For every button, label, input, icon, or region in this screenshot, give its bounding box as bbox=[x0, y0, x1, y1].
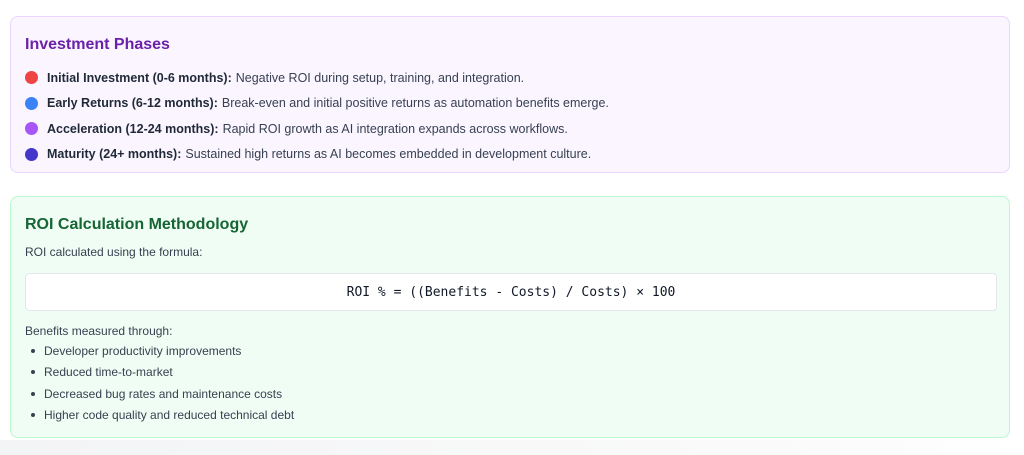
phase-name: Maturity (24+ months): bbox=[47, 147, 182, 162]
bullet-icon bbox=[31, 370, 35, 375]
list-item: Reduced time-to-market bbox=[25, 362, 294, 384]
phase-item-acceleration: Acceleration (12-24 months): Rapid ROI g… bbox=[25, 116, 609, 142]
phase-name: Initial Investment (0-6 months): bbox=[47, 70, 232, 85]
purple-dot-icon bbox=[25, 122, 38, 136]
phase-item-early-returns: Early Returns (6-12 months): Break-even … bbox=[25, 91, 609, 117]
benefit-text: Decreased bug rates and maintenance cost… bbox=[44, 386, 283, 401]
phase-item-maturity: Maturity (24+ months): Sustained high re… bbox=[25, 142, 609, 168]
bullet-icon bbox=[31, 413, 35, 418]
benefits-list: Developer productivity improvements Redu… bbox=[25, 340, 294, 426]
bullet-icon bbox=[31, 391, 35, 396]
roi-methodology-title: ROI Calculation Methodology bbox=[25, 216, 249, 233]
phase-name: Early Returns (6-12 months): bbox=[47, 96, 218, 111]
roi-formula: ROI % = ((Benefits - Costs) / Costs) × 1… bbox=[25, 273, 997, 311]
list-item: Decreased bug rates and maintenance cost… bbox=[25, 383, 294, 405]
benefit-text: Developer productivity improvements bbox=[44, 343, 242, 358]
investment-phases-title: Investment Phases bbox=[25, 36, 170, 53]
phase-item-initial-investment: Initial Investment (0-6 months): Negativ… bbox=[25, 65, 609, 91]
list-item: Higher code quality and reduced technica… bbox=[25, 405, 294, 427]
phase-description: Negative ROI during setup, training, and… bbox=[235, 70, 525, 85]
benefits-heading: Benefits measured through: bbox=[25, 324, 173, 338]
phase-description: Rapid ROI growth as AI integration expan… bbox=[222, 121, 568, 136]
bottom-shadow bbox=[0, 440, 1024, 455]
phase-description: Sustained high returns as AI becomes emb… bbox=[185, 147, 592, 162]
blue-dot-icon bbox=[25, 96, 38, 110]
indigo-dot-icon bbox=[25, 147, 38, 161]
formula-intro-text: ROI calculated using the formula: bbox=[25, 245, 203, 259]
investment-phases-card: Investment Phases Initial Investment (0-… bbox=[10, 16, 1010, 173]
list-item: Developer productivity improvements bbox=[25, 340, 294, 362]
benefit-text: Higher code quality and reduced technica… bbox=[44, 408, 295, 423]
phase-name: Acceleration (12-24 months): bbox=[47, 121, 219, 136]
red-dot-icon bbox=[25, 71, 38, 85]
roi-methodology-card: ROI Calculation Methodology ROI calculat… bbox=[10, 196, 1010, 438]
benefit-text: Reduced time-to-market bbox=[44, 365, 173, 380]
bullet-icon bbox=[31, 348, 35, 353]
phase-list: Initial Investment (0-6 months): Negativ… bbox=[25, 65, 609, 167]
phase-description: Break-even and initial positive returns … bbox=[221, 96, 609, 111]
